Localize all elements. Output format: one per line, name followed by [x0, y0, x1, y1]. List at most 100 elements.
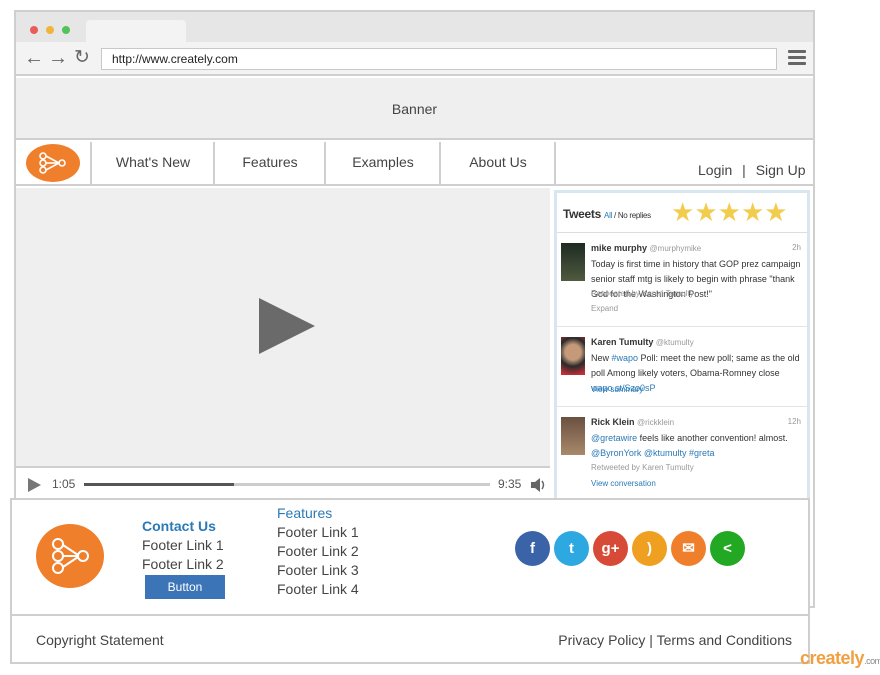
- nav-item-whats-new[interactable]: What's New: [90, 142, 214, 184]
- current-time: 1:05: [52, 477, 76, 491]
- footer-link[interactable]: Footer Link 3: [277, 561, 359, 580]
- star-icon[interactable]: ★: [741, 197, 764, 227]
- tweet-author: mike murphy @murphymike: [591, 243, 701, 253]
- retweet-note: Retweeted by Karen Tumulty: [591, 289, 694, 298]
- tweet-text: @gretawire feels like another convention…: [591, 431, 803, 461]
- tweets-header: Tweets All / No replies ★★★★★: [557, 193, 807, 233]
- tweet-handle: @rickklein: [637, 418, 675, 427]
- tweets-filter-noreplies[interactable]: No replies: [618, 211, 651, 220]
- tweet-author-name[interactable]: Rick Klein: [591, 417, 635, 427]
- facebook-icon[interactable]: f: [515, 531, 550, 566]
- video-controls: 1:05 9:35: [16, 468, 550, 500]
- privacy-link[interactable]: Privacy Policy: [558, 632, 645, 648]
- star-icon[interactable]: ★: [671, 197, 694, 227]
- progress-fill: [84, 483, 235, 486]
- share-icon[interactable]: <: [710, 531, 745, 566]
- twitter-icon[interactable]: t: [554, 531, 589, 566]
- google-plus-icon[interactable]: g+: [593, 531, 628, 566]
- contact-heading[interactable]: Contact Us: [142, 517, 224, 536]
- tweet-handle: @ktumulty: [655, 338, 694, 347]
- play-icon[interactable]: [259, 298, 315, 354]
- progress-bar[interactable]: [84, 483, 490, 486]
- volume-icon[interactable]: [530, 477, 548, 493]
- footer-link[interactable]: Footer Link 2: [277, 542, 359, 561]
- avatar[interactable]: [561, 337, 585, 375]
- tweets-widget: Tweets All / No replies ★★★★★ mike murph…: [554, 190, 810, 508]
- tweet-handle: @murphymike: [649, 244, 702, 253]
- banner: Banner: [16, 78, 813, 140]
- tweet-item[interactable]: mike murphy @murphymike 2h Today is firs…: [557, 233, 807, 327]
- reload-icon[interactable]: ↻: [74, 47, 90, 69]
- tweet-text-a: New: [591, 353, 612, 363]
- tweets-title-text: Tweets: [563, 207, 601, 221]
- avatar[interactable]: [561, 243, 585, 281]
- tweet-author-name[interactable]: mike murphy: [591, 243, 647, 253]
- watermark-brand: creately: [800, 648, 865, 668]
- footer-link[interactable]: Footer Link 2: [142, 555, 224, 574]
- mention-link[interactable]: @gretawire: [591, 433, 637, 443]
- terms-link[interactable]: Terms and Conditions: [657, 632, 792, 648]
- tweet-time: 2h: [792, 243, 801, 252]
- tweet-text-a: feels like another convention! almost.: [637, 433, 788, 443]
- view-conversation-link[interactable]: View conversation: [591, 479, 656, 488]
- nav-item-examples[interactable]: Examples: [324, 142, 440, 184]
- star-icon[interactable]: ★: [718, 197, 741, 227]
- expand-link[interactable]: Expand: [591, 304, 618, 313]
- email-icon[interactable]: ✉: [671, 531, 706, 566]
- tweet-time: 12h: [787, 417, 801, 426]
- close-window-button[interactable]: [30, 26, 38, 34]
- legal-separator: |: [645, 632, 657, 648]
- footer-link[interactable]: Footer Link 4: [277, 580, 359, 599]
- signup-link[interactable]: Sign Up: [756, 162, 806, 178]
- tweet-author: Karen Tumulty @ktumulty: [591, 337, 694, 347]
- tweets-filter-all[interactable]: All: [604, 211, 612, 220]
- video-player[interactable]: [16, 188, 550, 468]
- forward-arrow-icon[interactable]: →: [48, 47, 68, 69]
- retweet-note: Retweeted by Karen Tumulty: [591, 463, 694, 472]
- navbar: What's New Features Examples About Us Lo…: [16, 142, 813, 186]
- avatar[interactable]: [561, 417, 585, 455]
- browser-titlebar: [16, 12, 813, 42]
- watermark-suffix: .com: [864, 656, 880, 666]
- login-link[interactable]: Login: [698, 162, 732, 178]
- footer-logo-icon[interactable]: [36, 524, 104, 588]
- hashtag-link[interactable]: #wapo: [612, 353, 639, 363]
- url-bar[interactable]: http://www.creately.com: [101, 48, 777, 70]
- tweet-author-name[interactable]: Karen Tumulty: [591, 337, 653, 347]
- login-separator: |: [742, 162, 746, 178]
- mention-link-2[interactable]: @ByronYork @ktumulty #greta: [591, 448, 715, 458]
- contact-column: Contact Us Footer Link 1 Footer Link 2: [142, 517, 224, 574]
- footer: Contact Us Footer Link 1 Footer Link 2 B…: [10, 498, 810, 616]
- page: ← → ↻ http://www.creately.com Banner Wha…: [0, 0, 880, 675]
- logo-icon[interactable]: [26, 144, 80, 182]
- back-arrow-icon[interactable]: ←: [24, 47, 44, 69]
- tweets-title: Tweets All / No replies: [563, 207, 651, 221]
- play-button[interactable]: [28, 478, 41, 492]
- copyright-text: Copyright Statement: [36, 632, 164, 648]
- legal-links: Privacy Policy | Terms and Conditions: [558, 632, 792, 648]
- tweet-author: Rick Klein @rickklein: [591, 417, 674, 427]
- footer-link[interactable]: Footer Link 1: [142, 536, 224, 555]
- footer-link[interactable]: Footer Link 1: [277, 523, 359, 542]
- features-column: Features Footer Link 1 Footer Link 2 Foo…: [277, 504, 359, 599]
- creately-watermark: creately.com: [800, 648, 880, 669]
- nav-item-features[interactable]: Features: [213, 142, 325, 184]
- view-summary-link[interactable]: View summary: [591, 385, 643, 394]
- browser-toolbar: ← → ↻ http://www.creately.com: [16, 42, 813, 76]
- menu-icon[interactable]: [788, 50, 806, 66]
- tweet-item[interactable]: Karen Tumulty @ktumulty New #wapo Poll: …: [557, 327, 807, 407]
- tweet-item[interactable]: Rick Klein @rickklein 12h @gretawire fee…: [557, 407, 807, 503]
- features-heading[interactable]: Features: [277, 504, 359, 523]
- rating-stars[interactable]: ★★★★★: [671, 197, 788, 227]
- star-icon[interactable]: ★: [694, 197, 717, 227]
- browser-tab[interactable]: [86, 20, 186, 42]
- total-time: 9:35: [498, 477, 522, 491]
- nav-item-about-us[interactable]: About Us: [439, 142, 555, 184]
- copyright-bar: Copyright Statement Privacy Policy | Ter…: [10, 616, 810, 664]
- minimize-window-button[interactable]: [46, 26, 54, 34]
- footer-button[interactable]: Button: [145, 575, 225, 599]
- nav-divider: [554, 142, 556, 184]
- rss-icon[interactable]: ): [632, 531, 667, 566]
- star-icon[interactable]: ★: [764, 197, 787, 227]
- maximize-window-button[interactable]: [62, 26, 70, 34]
